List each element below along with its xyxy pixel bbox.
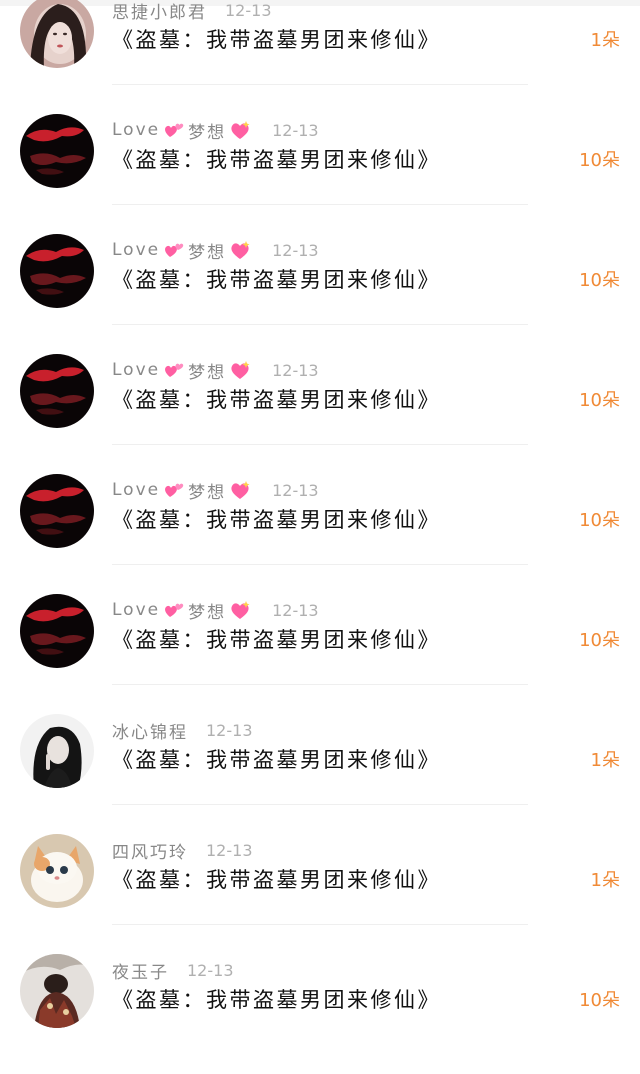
red-smoke-avatar-icon [20,354,94,428]
book-title[interactable]: 《盗墓：我带盗墓男团来修仙》 [112,864,441,894]
username-suffix[interactable]: 梦想 [188,358,226,383]
username[interactable]: Love [112,120,160,140]
username[interactable]: 思捷小郎君 [112,0,207,23]
list-item[interactable]: Love 梦想 12-13 《盗墓：我带盗墓男团来修仙》 10朵 [0,594,640,714]
flower-count: 10朵 [579,990,620,1011]
list-item[interactable]: Love 梦想 12-13 《盗墓：我带盗墓男团来修仙》 10朵 [0,474,640,594]
username-suffix[interactable]: 梦想 [188,118,226,143]
avatar[interactable] [20,0,94,68]
flower-count: 1朵 [590,750,620,771]
username-suffix[interactable]: 梦想 [188,238,226,263]
username-suffix[interactable]: 梦想 [188,478,226,503]
list-item[interactable]: 夜玉子 12-13 《盗墓：我带盗墓男团来修仙》 10朵 [0,954,640,1074]
username[interactable]: Love [112,480,160,500]
username[interactable]: 夜玉子 [112,958,169,983]
book-title[interactable]: 《盗墓：我带盗墓男团来修仙》 [112,624,441,654]
two-hearts-icon [165,363,184,377]
list-item[interactable]: Love 梦想 12-13 《盗墓：我带盗墓男团来修仙》 10朵 [0,234,640,354]
avatar[interactable] [20,114,94,188]
flower-count: 10朵 [579,150,620,171]
divider [112,684,528,685]
sparkling-heart-icon [231,241,250,259]
avatar[interactable] [20,354,94,428]
date: 12-13 [206,840,253,860]
book-title[interactable]: 《盗墓：我带盗墓男团来修仙》 [112,744,441,774]
username-suffix[interactable]: 梦想 [188,598,226,623]
two-hearts-icon [165,603,184,617]
sparkling-heart-icon [231,361,250,379]
flower-count: 1朵 [590,870,620,891]
list-item[interactable]: 冰心锦程 12-13 《盗墓：我带盗墓男团来修仙》 1朵 [0,714,640,834]
username[interactable]: Love [112,240,160,260]
white-cat-avatar-icon [20,834,94,908]
red-smoke-avatar-icon [20,234,94,308]
book-title[interactable]: 《盗墓：我带盗墓男团来修仙》 [112,144,441,174]
divider [112,324,528,325]
two-hearts-icon [165,123,184,137]
figure-scene-avatar-icon [20,954,94,1028]
item-meta: 冰心锦程 12-13 [112,718,253,743]
item-meta: 夜玉子 12-13 [112,958,234,983]
flower-count: 10朵 [579,510,620,531]
date: 12-13 [206,720,253,740]
date: 12-13 [187,960,234,980]
item-meta: Love 梦想 12-13 [112,358,319,383]
username[interactable]: Love [112,600,160,620]
red-smoke-avatar-icon [20,474,94,548]
item-meta: 四风巧玲 12-13 [112,838,253,863]
divider [112,804,528,805]
two-hearts-icon [165,243,184,257]
sparkling-heart-icon [231,601,250,619]
date: 12-13 [272,480,319,500]
item-meta: 思捷小郎君 12-13 [112,0,272,23]
list-item[interactable]: 思捷小郎君 12-13 《盗墓：我带盗墓男团来修仙》 1朵 [0,0,640,114]
divider [112,924,528,925]
item-meta: Love 梦想 12-13 [112,118,319,143]
sparkling-heart-icon [231,121,250,139]
sparkling-heart-icon [231,481,250,499]
avatar[interactable] [20,714,94,788]
date: 12-13 [272,240,319,260]
divider [112,564,528,565]
list-item[interactable]: Love 梦想 12-13 《盗墓：我带盗墓男团来修仙》 10朵 [0,354,640,474]
item-meta: Love 梦想 12-13 [112,238,319,263]
flower-count: 1朵 [590,30,620,51]
red-smoke-avatar-icon [20,114,94,188]
girl-portrait-avatar-icon [20,0,94,68]
book-title[interactable]: 《盗墓：我带盗墓男团来修仙》 [112,384,441,414]
flower-count: 10朵 [579,390,620,411]
red-smoke-avatar-icon [20,594,94,668]
avatar[interactable] [20,474,94,548]
list-item[interactable]: Love 梦想 12-13 《盗墓：我带盗墓男团来修仙》 10朵 [0,114,640,234]
divider [112,84,528,85]
username[interactable]: 四风巧玲 [112,838,188,863]
avatar[interactable] [20,834,94,908]
book-title[interactable]: 《盗墓：我带盗墓男团来修仙》 [112,24,441,54]
username[interactable]: 冰心锦程 [112,718,188,743]
avatar[interactable] [20,594,94,668]
avatar[interactable] [20,234,94,308]
avatar[interactable] [20,954,94,1028]
flower-count: 10朵 [579,270,620,291]
divider [112,204,528,205]
list-item[interactable]: 四风巧玲 12-13 《盗墓：我带盗墓男团来修仙》 1朵 [0,834,640,954]
date: 12-13 [272,360,319,380]
divider [112,444,528,445]
book-title[interactable]: 《盗墓：我带盗墓男团来修仙》 [112,504,441,534]
item-meta: Love 梦想 12-13 [112,598,319,623]
date: 12-13 [272,120,319,140]
book-title[interactable]: 《盗墓：我带盗墓男团来修仙》 [112,984,441,1014]
flower-count: 10朵 [579,630,620,651]
date: 12-13 [225,0,272,20]
woman-dark-hair-avatar-icon [20,714,94,788]
book-title[interactable]: 《盗墓：我带盗墓男团来修仙》 [112,264,441,294]
username[interactable]: Love [112,360,160,380]
date: 12-13 [272,600,319,620]
two-hearts-icon [165,483,184,497]
item-meta: Love 梦想 12-13 [112,478,319,503]
